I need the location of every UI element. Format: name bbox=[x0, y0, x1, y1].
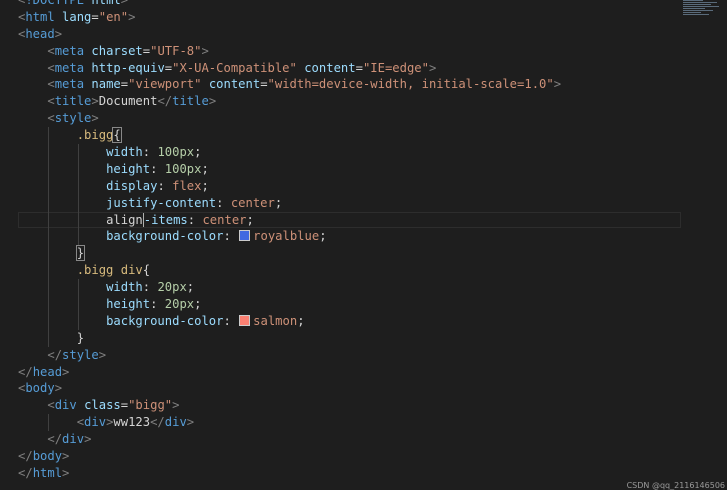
indent-guide bbox=[48, 194, 50, 212]
indent-guide bbox=[77, 194, 79, 212]
code-editor[interactable]: <!DOCTYPE html> <html lang="en"> <head> <m… bbox=[0, 0, 727, 490]
color-swatch-icon[interactable] bbox=[239, 230, 251, 242]
indent-guide bbox=[77, 211, 79, 229]
code-line[interactable]: height: 20px; bbox=[18, 296, 681, 313]
code-line[interactable]: <title>Document</title> bbox=[18, 93, 681, 110]
indent-guide bbox=[48, 211, 50, 229]
indent-guide bbox=[77, 312, 79, 330]
indent-guide bbox=[48, 245, 50, 263]
code-line[interactable]: <meta name="viewport" content="width=dev… bbox=[18, 76, 681, 93]
code-line[interactable]: justify-content: center; bbox=[18, 194, 681, 212]
indent-guide bbox=[48, 127, 50, 145]
indent-guide bbox=[77, 177, 79, 195]
indent-guide bbox=[77, 144, 79, 161]
code-line[interactable]: <!DOCTYPE html> bbox=[18, 0, 681, 9]
color-swatch-icon[interactable] bbox=[239, 314, 251, 326]
code-line[interactable]: width: 20px; bbox=[18, 279, 681, 297]
indent-guide bbox=[48, 144, 50, 161]
code-line[interactable]: <head> bbox=[18, 26, 681, 43]
code-line[interactable]: width: 100px; bbox=[18, 144, 681, 161]
code-line[interactable]: </style> bbox=[18, 347, 681, 364]
indent-guide bbox=[77, 160, 79, 178]
code-area[interactable]: <!DOCTYPE html> <html lang="en"> <head> <m… bbox=[18, 0, 681, 482]
watermark: CSDN @qq_2116146506 bbox=[626, 481, 725, 490]
code-line[interactable]: background-color: salmon; bbox=[18, 312, 681, 330]
code-line[interactable]: <div>ww123</div> bbox=[18, 414, 681, 432]
code-line[interactable]: <meta charset="UTF-8"> bbox=[18, 43, 681, 60]
code-line[interactable]: height: 100px; bbox=[18, 160, 681, 178]
code-line[interactable]: </div> bbox=[18, 431, 681, 448]
indent-guide bbox=[77, 228, 79, 246]
code-line[interactable]: <style> bbox=[18, 110, 681, 127]
indent-guide bbox=[48, 262, 50, 280]
indent-guide bbox=[48, 414, 50, 432]
indent-guide bbox=[48, 312, 50, 330]
code-line[interactable]: .bigg div{ bbox=[18, 262, 681, 280]
indent-guide bbox=[48, 279, 50, 297]
code-line[interactable]: </body> bbox=[18, 448, 681, 465]
indent-guide bbox=[48, 160, 50, 178]
code-line[interactable]: <html lang="en"> bbox=[18, 9, 681, 26]
code-line[interactable]: </head> bbox=[18, 364, 681, 381]
code-line[interactable]: .bigg{ bbox=[18, 127, 681, 145]
code-line[interactable]: display: flex; bbox=[18, 177, 681, 195]
code-line[interactable]: <div class="bigg"> bbox=[18, 397, 681, 414]
indent-guide bbox=[77, 296, 79, 313]
code-line[interactable]: background-color: royalblue; bbox=[18, 228, 681, 246]
indent-guide bbox=[48, 329, 50, 347]
indent-guide bbox=[48, 177, 50, 195]
indent-guide bbox=[48, 228, 50, 246]
minimap[interactable] bbox=[683, 0, 723, 30]
code-line[interactable]: } bbox=[18, 329, 681, 347]
code-line[interactable]: </html> bbox=[18, 465, 681, 482]
indent-guide bbox=[77, 279, 79, 297]
code-line[interactable]: } bbox=[18, 245, 681, 263]
code-line[interactable]: <meta http-equiv="X-UA-Compatible" conte… bbox=[18, 60, 681, 77]
code-line[interactable]: <body> bbox=[18, 380, 681, 397]
indent-guide bbox=[48, 296, 50, 313]
code-line[interactable]: align-items: center; bbox=[18, 211, 681, 229]
